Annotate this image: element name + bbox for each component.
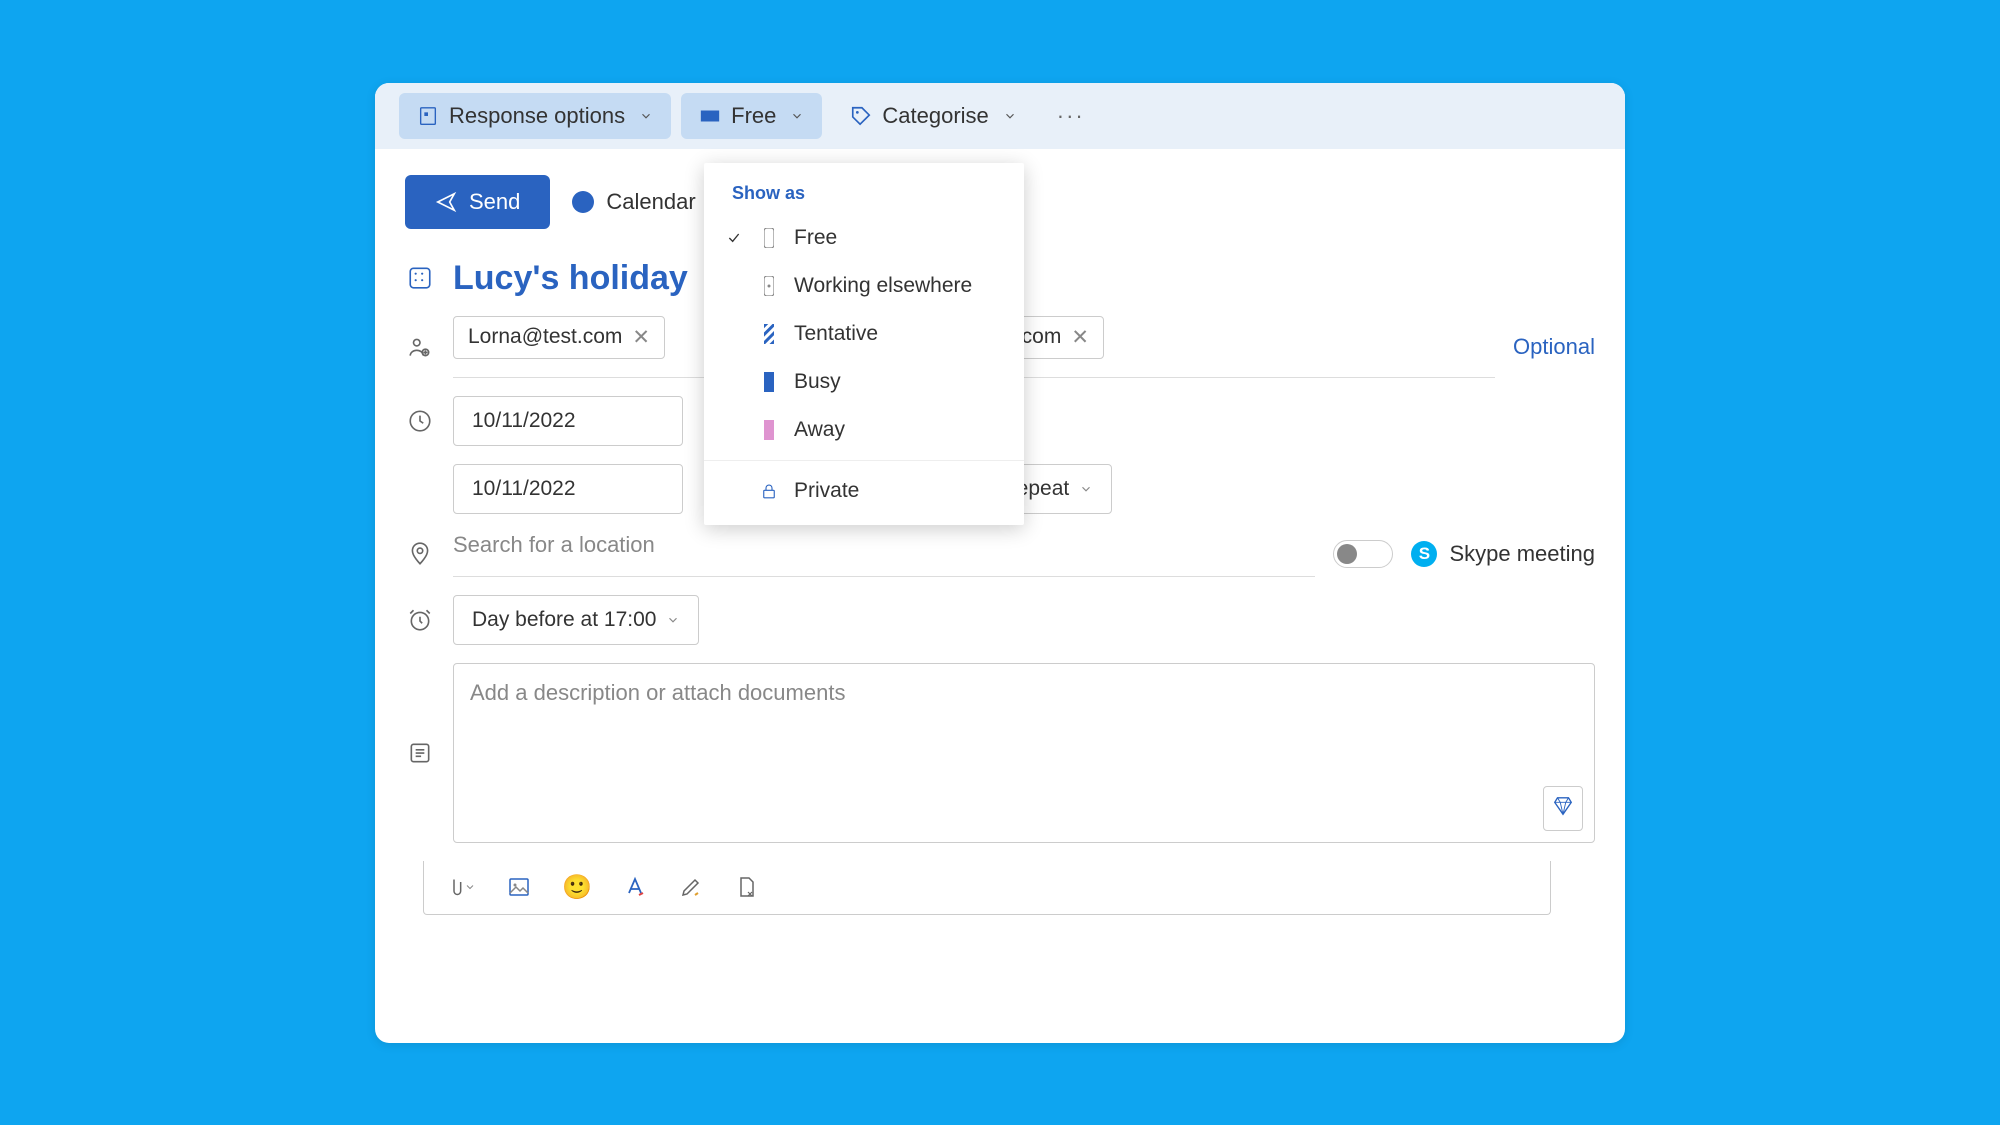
event-title[interactable]: Lucy's holiday (453, 259, 1595, 298)
people-icon (405, 334, 435, 360)
elsewhere-swatch-icon (760, 275, 778, 297)
chevron-down-icon (639, 109, 653, 123)
format-toolbar: 🙂 (423, 861, 1551, 915)
skype-icon: S (1411, 541, 1437, 567)
pen-icon (678, 875, 704, 899)
event-window: Response options Free Categorise ··· Sen… (375, 83, 1625, 1043)
skype-toggle[interactable] (1333, 540, 1393, 568)
calendar-label: Calendar (606, 189, 695, 215)
description-icon (405, 740, 435, 766)
chevron-down-icon (1079, 482, 1093, 496)
attach-button[interactable] (444, 875, 476, 899)
description-field[interactable]: Add a description or attach documents (453, 663, 1595, 843)
location-field[interactable]: Search for a location (453, 532, 1315, 577)
calendar-color-dot (572, 191, 594, 213)
reminder-icon (405, 607, 435, 633)
dropdown-item-free[interactable]: Free (704, 214, 1024, 262)
start-date-field[interactable]: 10/11/2022 (453, 396, 683, 446)
dropdown-item-working-elsewhere[interactable]: Working elsewhere (704, 262, 1024, 310)
busy-swatch-icon (760, 371, 778, 393)
paperclip-icon (444, 875, 464, 899)
response-icon (417, 105, 439, 127)
insert-button[interactable] (734, 875, 758, 899)
draw-button[interactable] (678, 875, 704, 899)
send-label: Send (469, 189, 520, 215)
show-as-label: Free (731, 103, 776, 129)
remove-attendee-icon[interactable]: ✕ (632, 325, 650, 350)
chevron-down-icon (1003, 109, 1017, 123)
free-swatch-icon (760, 227, 778, 249)
location-icon (405, 541, 435, 567)
chevron-down-icon (790, 109, 804, 123)
emoji-button[interactable]: 🙂 (562, 873, 592, 902)
reminder-selector[interactable]: Day before at 17:00 (453, 595, 699, 645)
diamond-icon[interactable] (1543, 786, 1583, 831)
optional-attendees-button[interactable]: Optional (1513, 334, 1595, 360)
reminder-label: Day before at 17:00 (472, 608, 656, 632)
toggle-knob (1337, 544, 1357, 564)
categorise-button[interactable]: Categorise (832, 93, 1034, 139)
tag-icon (850, 105, 872, 127)
chevron-down-icon (666, 613, 680, 627)
title-icon (405, 265, 435, 291)
attendee-chip[interactable]: Lorna@test.com ✕ (453, 316, 665, 359)
show-as-button[interactable]: Free (681, 93, 822, 139)
remove-attendee-icon[interactable]: ✕ (1071, 325, 1089, 350)
away-swatch-icon (760, 419, 778, 441)
calendar-selector[interactable]: Calendar (572, 189, 695, 215)
dropdown-header: Show as (704, 173, 1024, 214)
attendee-email: Lorna@test.com (468, 325, 622, 349)
check-icon (724, 230, 744, 246)
dropdown-item-private[interactable]: Private (704, 467, 1024, 515)
toolbar: Response options Free Categorise ··· (375, 83, 1625, 149)
send-icon (435, 191, 457, 213)
document-icon (734, 875, 758, 899)
response-options-button[interactable]: Response options (399, 93, 671, 139)
send-button[interactable]: Send (405, 175, 550, 229)
chevron-down-icon (464, 881, 476, 893)
categorise-label: Categorise (882, 103, 988, 129)
more-options-button[interactable]: ··· (1045, 97, 1097, 135)
show-as-dropdown: Show as Free Working elsewhere Tentative… (704, 163, 1024, 525)
end-date-field[interactable]: 10/11/2022 (453, 464, 683, 514)
skype-meeting-label: S Skype meeting (1411, 541, 1595, 567)
tentative-swatch-icon (760, 323, 778, 345)
lock-icon (760, 480, 778, 502)
dropdown-item-away[interactable]: Away (704, 406, 1024, 454)
image-icon (506, 875, 532, 899)
response-options-label: Response options (449, 103, 625, 129)
dropdown-item-tentative[interactable]: Tentative (704, 310, 1024, 358)
dropdown-item-busy[interactable]: Busy (704, 358, 1024, 406)
busy-icon (699, 105, 721, 127)
font-icon (622, 875, 648, 899)
clock-icon (405, 408, 435, 434)
font-button[interactable] (622, 875, 648, 899)
image-button[interactable] (506, 875, 532, 899)
